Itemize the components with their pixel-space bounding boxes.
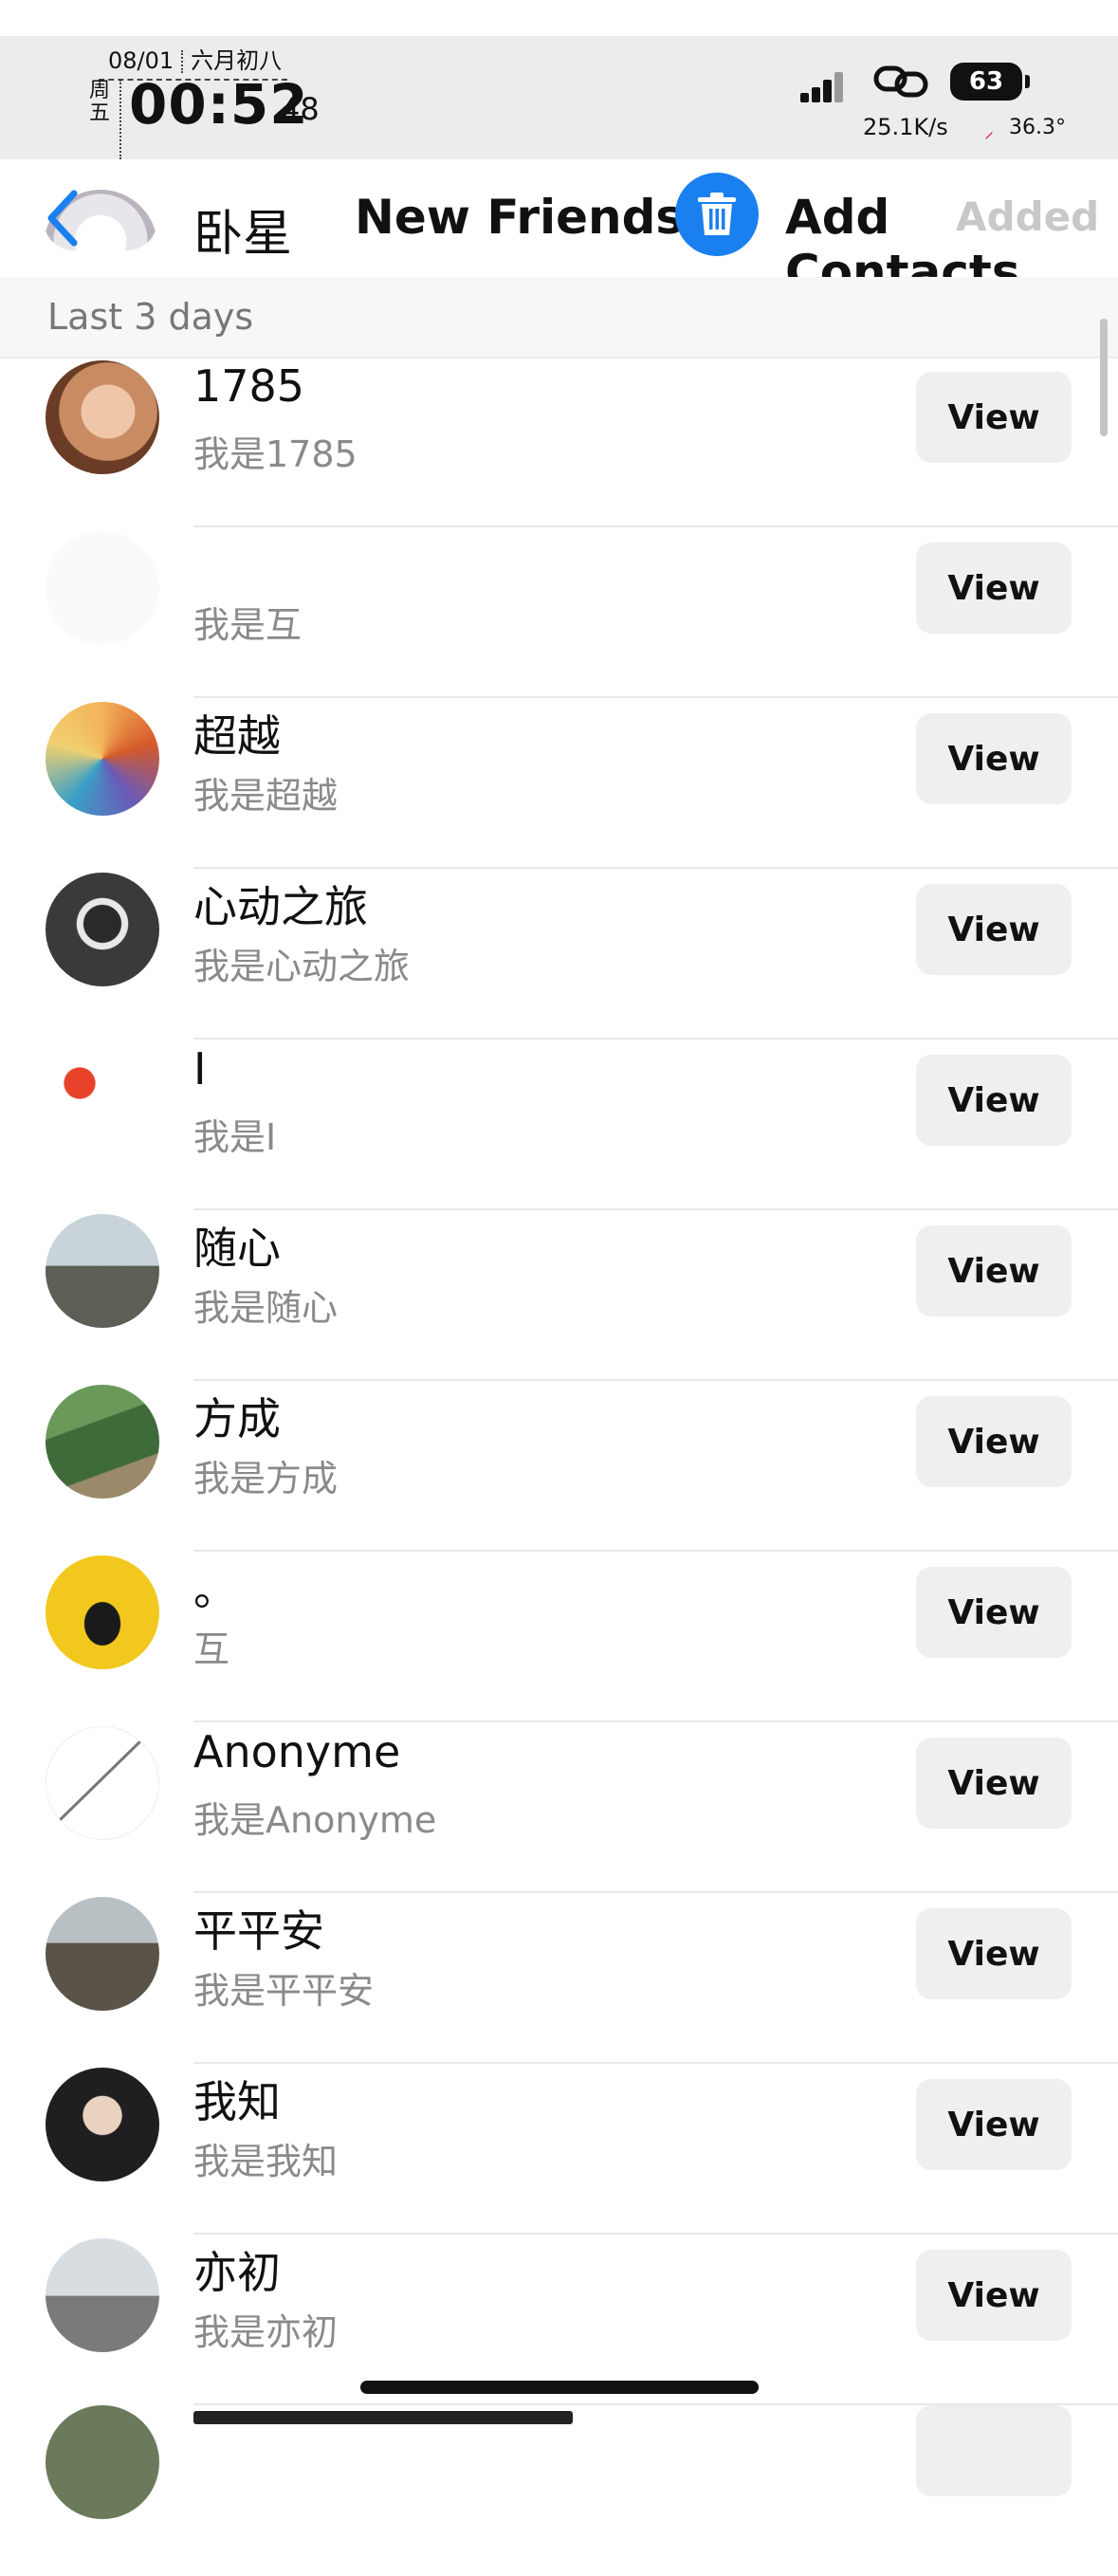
- friend-name: Anonyme: [193, 1726, 401, 1777]
- friend-name: 随心: [193, 1223, 281, 1274]
- friend-message: 我是心动之旅: [193, 946, 411, 987]
- avatar[interactable]: [46, 1555, 159, 1669]
- avatar[interactable]: [46, 1043, 159, 1157]
- section-header: Last 3 days: [0, 277, 1118, 359]
- list-item[interactable]: Anonyme 我是Anonyme View: [0, 1722, 1118, 1893]
- friend-name: 超越: [193, 710, 281, 762]
- friend-message: 我是我知: [193, 2141, 339, 2182]
- thermometer-icon: ⸝: [984, 120, 994, 142]
- avatar[interactable]: [46, 2238, 159, 2352]
- weekday-divider: [119, 80, 121, 159]
- list-item[interactable]: 超越 我是超越 View: [0, 698, 1118, 869]
- friend-message: 我是平平安: [193, 1970, 375, 2012]
- weekday: 周五: [88, 79, 110, 125]
- friend-name: 1785: [193, 360, 305, 412]
- avatar[interactable]: [46, 1385, 159, 1499]
- friend-message: 我是I: [193, 1116, 277, 1158]
- friend-name: 亦初: [193, 2247, 281, 2298]
- view-button[interactable]: View: [916, 713, 1072, 804]
- list-item[interactable]: 1785 我是1785 View: [0, 357, 1118, 527]
- lunar-date-text: 六月初八: [191, 47, 283, 74]
- view-button[interactable]: View: [916, 1567, 1072, 1658]
- list-item[interactable]: [0, 2405, 1118, 2576]
- friend-message: 我是亦初: [193, 2311, 339, 2353]
- view-button[interactable]: View: [916, 1055, 1072, 1146]
- view-button[interactable]: View: [916, 1738, 1072, 1829]
- view-button[interactable]: View: [916, 2250, 1072, 2341]
- friend-message: 我是超越: [193, 775, 339, 817]
- list-item[interactable]: 我知 我是我知 View: [0, 2064, 1118, 2235]
- avatar[interactable]: [46, 1897, 159, 2011]
- avatar[interactable]: [46, 360, 159, 474]
- default-avatar-icon: [56, 1739, 143, 1824]
- friend-name: 方成: [193, 1393, 281, 1444]
- friend-name: 心动之旅: [193, 881, 368, 932]
- trash-icon: [698, 193, 736, 235]
- date-text: 08/01: [108, 47, 174, 74]
- top-strip: [0, 0, 1118, 36]
- list-item[interactable]: 心动之旅 我是心动之旅 View: [0, 869, 1118, 1040]
- avatar[interactable]: [46, 1214, 159, 1328]
- friend-name: I: [193, 1043, 207, 1095]
- view-button[interactable]: View: [916, 884, 1072, 975]
- signal-icon: [800, 72, 843, 102]
- section-label: Last 3 days: [47, 296, 254, 338]
- avatar[interactable]: [46, 873, 159, 986]
- delete-button[interactable]: [675, 173, 759, 256]
- view-button[interactable]: [916, 2405, 1072, 2496]
- avatar[interactable]: [46, 702, 159, 816]
- net-speed: 25.1K/s: [863, 114, 948, 140]
- list-item[interactable]: 随心 我是随心 View: [0, 1210, 1118, 1381]
- friend-message: 我是1785: [193, 433, 357, 475]
- friend-name-partial: [193, 2411, 573, 2424]
- view-button[interactable]: View: [916, 2079, 1072, 2170]
- back-chevron-icon[interactable]: [42, 188, 83, 248]
- list-item[interactable]: 平平安 我是平平安 View: [0, 1893, 1118, 2064]
- view-button[interactable]: View: [916, 1396, 1072, 1487]
- account-name: 卧星: [193, 206, 293, 263]
- page-title: New Friends: [355, 190, 685, 245]
- friend-message: 我是互: [193, 604, 302, 646]
- home-indicator[interactable]: [360, 2381, 759, 2394]
- friend-message: 我是方成: [193, 1458, 339, 1500]
- nav-bar: 卧星 New Friends Added Add Contacts: [0, 159, 1118, 300]
- view-button[interactable]: View: [916, 1225, 1072, 1316]
- view-button[interactable]: View: [916, 543, 1072, 634]
- view-button[interactable]: View: [916, 372, 1072, 463]
- avatar[interactable]: [46, 531, 159, 645]
- clock-seconds: 48: [281, 91, 320, 127]
- avatar[interactable]: [46, 1726, 159, 1840]
- list-item[interactable]: I 我是I View: [0, 1040, 1118, 1210]
- list-item[interactable]: 亦初 我是亦初 View: [0, 2235, 1118, 2405]
- friend-message: 我是Anonyme: [193, 1799, 437, 1841]
- status-bar: 08/01 六月初八 周五 00:52 48 63 25.1K/s ⸝ 36.3°: [0, 36, 1118, 159]
- avatar[interactable]: [46, 2405, 159, 2519]
- friend-message: 我是随心: [193, 1287, 339, 1329]
- view-button[interactable]: View: [916, 1908, 1072, 1999]
- list-item[interactable]: 方成 我是方成 View: [0, 1381, 1118, 1552]
- link-icon: [873, 65, 928, 98]
- list-item[interactable]: 我是互 View: [0, 527, 1118, 698]
- friend-name: 。: [193, 1564, 237, 1615]
- friend-name: 我知: [193, 2076, 281, 2127]
- avatar[interactable]: [46, 2068, 159, 2181]
- temperature: 36.3°: [1009, 116, 1066, 139]
- battery-icon: 63: [950, 63, 1030, 101]
- list-item[interactable]: 。 互 View: [0, 1552, 1118, 1722]
- scrollbar[interactable]: [1100, 319, 1108, 436]
- friend-name: 平平安: [193, 1905, 324, 1957]
- friend-message: 互: [193, 1628, 230, 1670]
